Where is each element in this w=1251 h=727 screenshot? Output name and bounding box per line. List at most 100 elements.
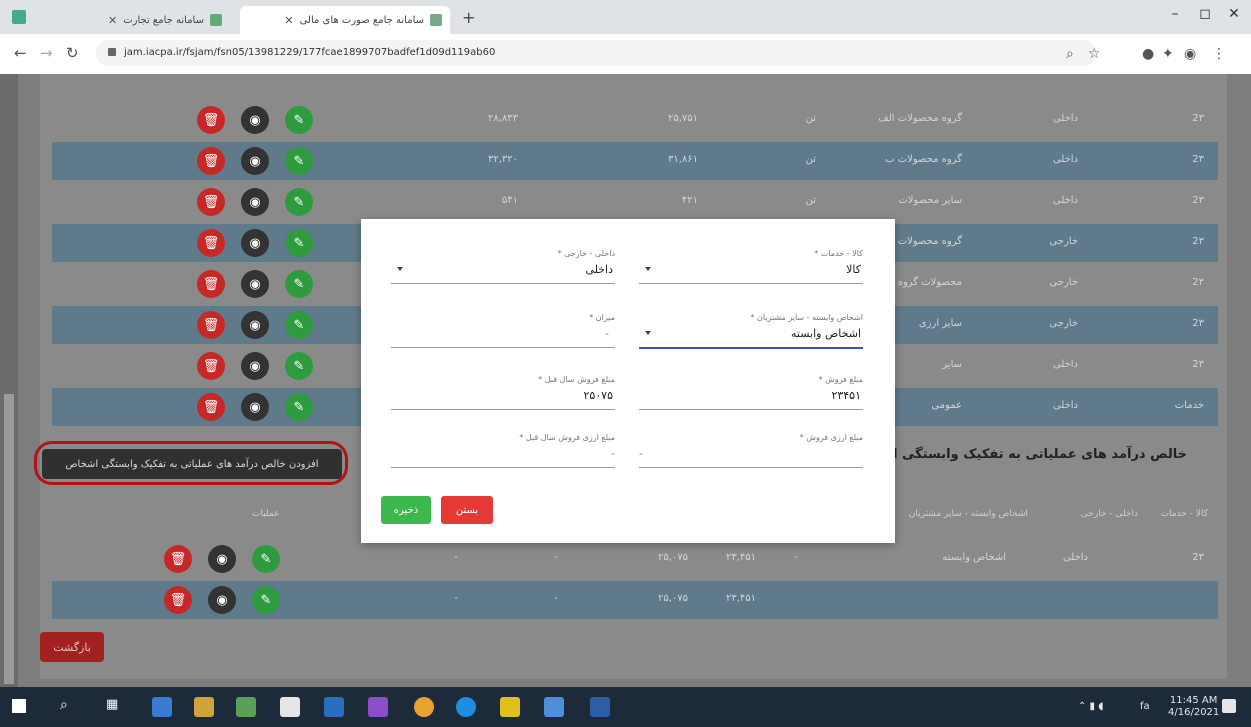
star-icon[interactable]: ☆ [1088, 46, 1101, 62]
trash-icon: 🗑 [202, 358, 220, 374]
taskbar-app-icon[interactable] [544, 697, 564, 717]
delete-button[interactable]: 🗑 [197, 106, 225, 134]
taskbar-app-icon[interactable] [194, 697, 214, 717]
view-button[interactable]: ◉ [241, 311, 269, 339]
delete-button[interactable]: 🗑 [197, 311, 225, 339]
delete-button[interactable]: 🗑 [197, 393, 225, 421]
edit-button[interactable]: ✎ [285, 311, 313, 339]
view-button[interactable]: ◉ [208, 586, 236, 614]
trash-icon: 🗑 [202, 153, 220, 169]
delete-button[interactable]: 🗑 [197, 229, 225, 257]
taskbar-app-icon[interactable] [324, 697, 344, 717]
edit-button[interactable]: ✎ [285, 106, 313, 134]
prev-year-fx-sales-field[interactable]: مبلغ ارزی فروش سال قبل * - [391, 433, 615, 468]
lock-icon [108, 48, 116, 56]
forward-arrow-icon[interactable]: → [40, 44, 53, 62]
edit-button[interactable]: ✎ [285, 147, 313, 175]
view-button[interactable]: ◉ [241, 229, 269, 257]
view-button[interactable]: ◉ [241, 352, 269, 380]
edit-button[interactable]: ✎ [252, 545, 280, 573]
pencil-icon: ✎ [293, 317, 305, 333]
edit-button[interactable]: ✎ [252, 586, 280, 614]
field-label: مبلغ فروش * [818, 375, 863, 384]
edit-button[interactable]: ✎ [285, 270, 313, 298]
reload-icon[interactable]: ↻ [66, 44, 79, 62]
view-button[interactable]: ◉ [241, 393, 269, 421]
delete-button[interactable]: 🗑 [164, 586, 192, 614]
taskbar-app-icon[interactable] [236, 697, 256, 717]
cell-product: سایر ارزی [918, 318, 962, 329]
edit-button[interactable]: ✎ [285, 393, 313, 421]
cell-amount: ۲۵,۷۵۱ [667, 113, 698, 124]
cell-amount: ۲۳,۴۵۱ [725, 552, 756, 563]
extension-icon[interactable]: ● [1142, 46, 1154, 62]
header-actions: عملیات [252, 509, 280, 519]
view-button[interactable]: ◉ [241, 106, 269, 134]
edit-button[interactable]: ✎ [285, 188, 313, 216]
new-tab-button[interactable]: + [462, 8, 475, 27]
taskbar-app-icon[interactable] [456, 697, 476, 717]
task-view-icon[interactable]: ▦ [106, 697, 118, 712]
save-button[interactable]: ذخیره [381, 496, 431, 524]
tab-close-icon[interactable]: ✕ [108, 14, 117, 27]
unit-select[interactable]: میزان * - [391, 313, 615, 348]
field-value: - [605, 327, 609, 340]
fx-sales-field[interactable]: مبلغ ارزی فروش * - [639, 433, 863, 468]
edit-button[interactable]: ✎ [285, 352, 313, 380]
browser-app-icon [12, 10, 26, 24]
cell-region: خارجی [1049, 236, 1078, 247]
taskbar-app-icon[interactable] [414, 697, 434, 717]
taskbar-app-icon[interactable] [500, 697, 520, 717]
sales-amount-field[interactable]: مبلغ فروش * ۲۳۴۵۱ [639, 375, 863, 410]
field-label: مبلغ ارزی فروش سال قبل * [519, 433, 615, 442]
prev-year-sales-field[interactable]: مبلغ فروش سال قبل * ۲۵۰۷۵ [391, 375, 615, 410]
view-button[interactable]: ◉ [208, 545, 236, 573]
profile-icon[interactable]: ◉ [1184, 46, 1196, 62]
minimize-button[interactable]: – [1163, 6, 1187, 26]
pencil-icon: ✎ [293, 235, 305, 251]
scrollbar-thumb[interactable] [4, 394, 14, 684]
taskbar-app-icon[interactable] [368, 697, 388, 717]
close-window-button[interactable]: ✕ [1222, 6, 1246, 26]
eye-icon: ◉ [249, 317, 261, 333]
maximize-button[interactable]: ◻ [1193, 6, 1217, 26]
view-button[interactable]: ◉ [241, 147, 269, 175]
eye-icon: ◉ [249, 153, 261, 169]
affiliation-select[interactable]: اشخاص وابسته - سایر مشتریان * اشخاص وابس… [639, 313, 863, 349]
tab-trade[interactable]: سامانه جامع تجارت ✕ [70, 6, 230, 34]
header-goods-services: کالا - خدمات [1160, 509, 1208, 519]
goods-services-select[interactable]: کالا - خدمات * کالا [639, 249, 863, 284]
view-button[interactable]: ◉ [241, 188, 269, 216]
view-button[interactable]: ◉ [241, 270, 269, 298]
delete-button[interactable]: 🗑 [197, 147, 225, 175]
delete-button[interactable]: 🗑 [197, 270, 225, 298]
notification-icon[interactable] [1222, 699, 1236, 713]
zoom-icon[interactable]: ⌕ [1066, 46, 1074, 62]
url-field[interactable]: jam.iacpa.ir/fsjam/fsn05/13981229/177fca… [96, 40, 1096, 66]
scrollbar[interactable] [0, 74, 18, 687]
tray-icons[interactable]: ⌃ ▮ ◖ [1078, 701, 1104, 713]
delete-button[interactable]: 🗑 [197, 188, 225, 216]
cell-type: 2۳ [1192, 277, 1204, 288]
menu-dots-icon[interactable]: ⋮ [1212, 46, 1226, 62]
eye-icon: ◉ [249, 235, 261, 251]
taskbar-app-icon[interactable] [280, 697, 300, 717]
domestic-foreign-select[interactable]: داخلی - خارجی * داخلی [391, 249, 615, 284]
start-icon[interactable] [12, 699, 26, 713]
back-button[interactable]: بازگشت [40, 632, 104, 662]
tab-close-icon[interactable]: ✕ [284, 14, 293, 27]
eye-icon: ◉ [249, 112, 261, 128]
search-icon[interactable]: ⌕ [60, 697, 68, 713]
taskbar-app-icon[interactable] [590, 697, 610, 717]
back-arrow-icon[interactable]: ← [14, 44, 27, 62]
delete-button[interactable]: 🗑 [164, 545, 192, 573]
tab-financial-statements[interactable]: سامانه جامع صورت های مالی ✕ [240, 6, 450, 34]
close-button[interactable]: بستن [441, 496, 493, 524]
edit-button[interactable]: ✎ [285, 229, 313, 257]
puzzle-icon[interactable]: ✦ [1162, 46, 1174, 62]
language-indicator[interactable]: fa [1140, 701, 1150, 713]
clock[interactable]: 11:45 AM 4/16/2021 [1168, 695, 1219, 719]
taskbar-app-icon[interactable] [152, 697, 172, 717]
delete-button[interactable]: 🗑 [197, 352, 225, 380]
table-row: 2۳ داخلی اشخاص وابسته - ۲۳,۴۵۱ ۲۵,۰۷۵ - - 🗑 ◉ ✎ [52, 540, 1218, 578]
